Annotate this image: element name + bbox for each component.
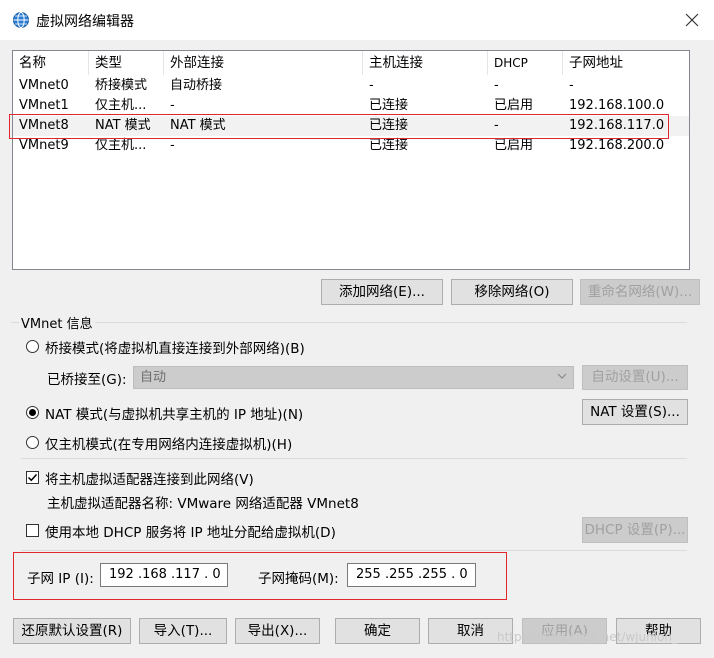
- bridged-to-value: 自动: [140, 370, 167, 385]
- cell-external: 自动桥接: [170, 78, 223, 93]
- connect-adapter-label[interactable]: 将主机虚拟适配器连接到此网络(V): [45, 468, 254, 488]
- subnet-mask-label: 子网掩码(M):: [258, 571, 339, 587]
- rename-network-button[interactable]: 重命名网络(W)...: [580, 279, 700, 305]
- table-row[interactable]: VMnet9 仅主机... - 已连接 已启用 192.168.200.0: [13, 136, 689, 156]
- divider: [21, 458, 687, 459]
- cell-subnet: 192.168.100.0: [569, 98, 665, 113]
- cell-type: 仅主机...: [95, 138, 147, 153]
- bridged-to-select[interactable]: 自动: [133, 366, 574, 389]
- cell-subnet: 192.168.200.0: [569, 138, 665, 153]
- group-divider: [11, 322, 687, 323]
- host-only-radio[interactable]: [26, 436, 39, 449]
- import-button[interactable]: 导入(T)...: [139, 618, 227, 644]
- cell-external: -: [170, 98, 175, 113]
- cell-host: 已连接: [369, 98, 409, 113]
- cell-host: -: [369, 78, 374, 93]
- column-header-external[interactable]: 外部连接: [164, 51, 363, 75]
- selected-row-highlight: [9, 114, 669, 139]
- cell-dhcp: 已启用: [494, 138, 534, 153]
- cell-name: VMnet1: [19, 98, 69, 113]
- checkmark-icon: [27, 473, 38, 482]
- nat-settings-button[interactable]: NAT 设置(S)...: [582, 399, 688, 425]
- network-table[interactable]: 名称 类型 外部连接 主机连接 DHCP 子网地址 VMnet0 桥接模式 自动…: [12, 50, 690, 270]
- divider: [21, 550, 687, 551]
- add-network-button[interactable]: 添加网络(E)...: [321, 279, 443, 305]
- connect-adapter-checkbox[interactable]: [26, 471, 39, 484]
- vmnet-info-label: VMnet 信息: [19, 313, 95, 332]
- bridged-to-label: 已桥接至(G):: [47, 372, 127, 388]
- cell-external: -: [170, 138, 175, 153]
- nat-radio[interactable]: [26, 406, 39, 419]
- virtual-network-icon: [12, 11, 30, 29]
- adapter-name-text: 主机虚拟适配器名称: VMware 网络适配器 VMnet8: [47, 496, 359, 512]
- dhcp-checkbox[interactable]: [26, 524, 39, 537]
- table-row[interactable]: VMnet1 仅主机... - 已连接 已启用 192.168.100.0: [13, 96, 689, 116]
- column-header-subnet[interactable]: 子网地址: [563, 51, 689, 75]
- cell-type: 桥接模式: [95, 78, 148, 93]
- dhcp-settings-button[interactable]: DHCP 设置(P)...: [582, 517, 688, 543]
- remove-network-button[interactable]: 移除网络(O): [451, 279, 573, 305]
- bridged-radio[interactable]: [26, 340, 39, 353]
- window-title: 虚拟网络编辑器: [36, 14, 134, 30]
- watermark-text: https://blog.csdn.net/wjunion_: [497, 630, 679, 644]
- restore-defaults-button[interactable]: 还原默认设置(R): [13, 618, 131, 644]
- column-header-dhcp[interactable]: DHCP: [488, 51, 563, 75]
- title-bar: 虚拟网络编辑器: [0, 0, 714, 40]
- cell-dhcp: -: [494, 78, 499, 93]
- cell-subnet: -: [569, 78, 574, 93]
- cell-type: 仅主机...: [95, 98, 147, 113]
- table-row[interactable]: VMnet0 桥接模式 自动桥接 - - -: [13, 76, 689, 96]
- cell-dhcp: 已启用: [494, 98, 534, 113]
- host-only-label[interactable]: 仅主机模式(在专用网络内连接虚拟机)(H): [45, 433, 292, 453]
- cell-name: VMnet0: [19, 78, 69, 93]
- cell-name: VMnet9: [19, 138, 69, 153]
- nat-label[interactable]: NAT 模式(与虚拟机共享主机的 IP 地址)(N): [45, 403, 303, 423]
- subnet-mask-input[interactable]: 255 .255 .255 . 0: [347, 563, 476, 587]
- close-icon[interactable]: [678, 6, 706, 34]
- bridged-label[interactable]: 桥接模式(将虚拟机直接连接到外部网络)(B): [45, 337, 305, 357]
- dhcp-label[interactable]: 使用本地 DHCP 服务将 IP 地址分配给虚拟机(D): [45, 521, 336, 541]
- ok-button[interactable]: 确定: [335, 618, 420, 644]
- subnet-ip-input[interactable]: 192 .168 .117 . 0: [100, 563, 228, 587]
- cell-host: 已连接: [369, 138, 409, 153]
- column-header-host[interactable]: 主机连接: [363, 51, 488, 75]
- chevron-down-icon: [557, 367, 567, 388]
- subnet-ip-label: 子网 IP (I):: [27, 571, 94, 587]
- auto-settings-button[interactable]: 自动设置(U)...: [582, 365, 688, 390]
- column-header-type[interactable]: 类型: [89, 51, 164, 75]
- export-button[interactable]: 导出(X)...: [235, 618, 320, 644]
- column-header-name[interactable]: 名称: [13, 51, 89, 75]
